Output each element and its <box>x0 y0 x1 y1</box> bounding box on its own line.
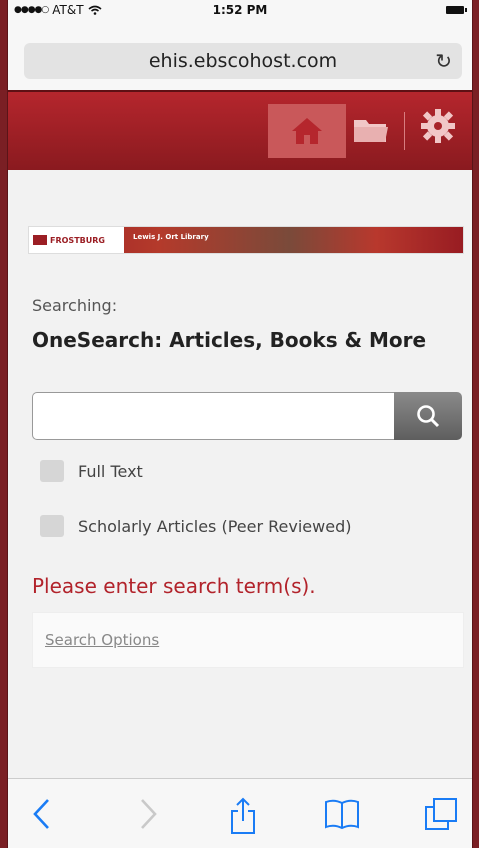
search-bar <box>32 392 462 442</box>
battery-icon <box>446 6 467 14</box>
url-text: ehis.ebscohost.com <box>148 50 338 72</box>
library-banner: FROSTBURG Lewis J. Ort Library <box>28 226 464 254</box>
full-text-checkbox[interactable] <box>40 460 64 482</box>
bookmarks-icon[interactable] <box>324 797 360 831</box>
scholarly-option[interactable]: Scholarly Articles (Peer Reviewed) <box>40 515 351 537</box>
header-divider <box>404 112 405 150</box>
frostburg-logo: FROSTBURG <box>29 227 124 253</box>
reload-icon[interactable]: ↻ <box>435 43 452 79</box>
search-button[interactable] <box>394 392 462 440</box>
gear-icon <box>421 109 455 143</box>
status-time: 1:52 PM <box>212 3 268 17</box>
browser-chrome: ehis.ebscohost.com ↻ <box>8 20 472 90</box>
phone-screen: ●●●●○ AT&T 1:52 PM ehis.ebscohost.com ↻ <box>8 0 472 848</box>
back-icon[interactable] <box>30 797 54 831</box>
browser-toolbar <box>8 778 472 848</box>
scholarly-checkbox[interactable] <box>40 515 64 537</box>
database-name: OneSearch: Articles, Books & More <box>32 328 427 352</box>
searching-label: Searching: <box>32 296 118 315</box>
scholarly-label: Scholarly Articles (Peer Reviewed) <box>78 516 352 536</box>
tabs-icon[interactable] <box>424 797 458 831</box>
logo-flag-icon <box>33 235 47 245</box>
full-text-option[interactable]: Full Text <box>40 460 143 482</box>
search-icon <box>417 405 440 428</box>
error-message: Please enter search term(s). <box>32 574 316 598</box>
share-icon[interactable] <box>228 797 258 835</box>
settings-button[interactable] <box>418 106 458 150</box>
forward-icon[interactable] <box>136 797 160 831</box>
full-text-label: Full Text <box>78 461 143 481</box>
logo-text: FROSTBURG <box>50 235 105 245</box>
folder-icon <box>354 120 388 142</box>
search-options-panel: Search Options <box>32 612 464 668</box>
search-options-link[interactable]: Search Options <box>45 631 159 649</box>
folder-button[interactable] <box>352 114 390 150</box>
status-bar: ●●●●○ AT&T 1:52 PM <box>8 0 472 20</box>
search-input[interactable] <box>32 392 394 440</box>
app-header <box>8 90 472 170</box>
home-button[interactable] <box>268 104 346 158</box>
address-bar[interactable]: ehis.ebscohost.com ↻ <box>24 43 462 79</box>
library-name: Lewis J. Ort Library <box>133 233 209 241</box>
home-icon <box>292 118 322 144</box>
